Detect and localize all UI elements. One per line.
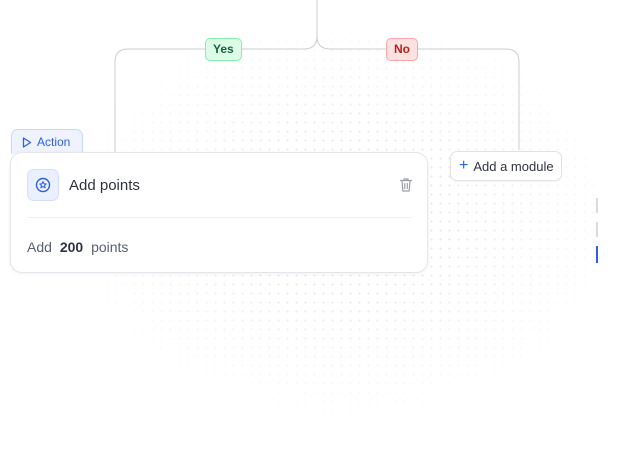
- play-icon: [22, 136, 32, 148]
- branch-yes-badge[interactable]: Yes: [205, 38, 242, 61]
- plus-icon: +: [459, 157, 469, 174]
- trash-icon[interactable]: [399, 177, 413, 193]
- no-connector-line: [316, 35, 520, 150]
- points-value: 200: [59, 239, 84, 255]
- action-description: Add 200 points: [27, 239, 128, 255]
- zoom-indicator-tick[interactable]: [596, 222, 598, 237]
- action-card[interactable]: Add points Add 200 points: [10, 152, 428, 273]
- add-module-button[interactable]: + Add a module: [450, 151, 562, 181]
- description-prefix: Add: [27, 239, 52, 255]
- action-tag-label: Action: [37, 135, 71, 149]
- card-divider: [27, 217, 411, 218]
- action-title: Add points: [69, 177, 140, 194]
- branch-no-badge[interactable]: No: [386, 38, 418, 61]
- action-tag: Action: [11, 129, 83, 154]
- yes-connector-line: [114, 0, 318, 152]
- description-suffix: points: [91, 239, 129, 255]
- zoom-indicator-tick[interactable]: [596, 198, 598, 213]
- zoom-indicator-tick-active[interactable]: [596, 246, 598, 263]
- add-module-label: Add a module: [473, 158, 554, 174]
- star-badge-icon: [27, 169, 59, 201]
